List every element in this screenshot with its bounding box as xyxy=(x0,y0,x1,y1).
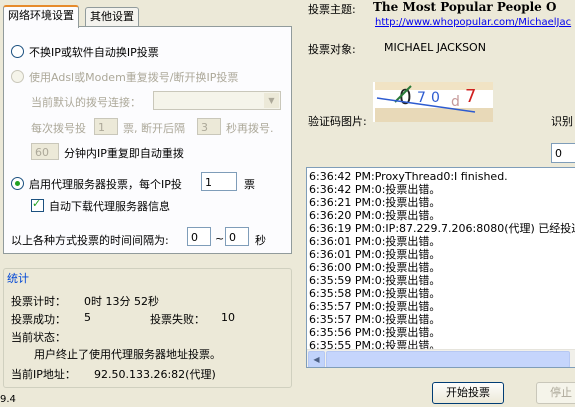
svg-text:d: d xyxy=(451,94,460,110)
stop-vote-button[interactable]: 停止 xyxy=(536,382,575,404)
success-label: 投票成功： xyxy=(11,313,66,326)
interval-to-input[interactable]: 0 xyxy=(225,227,249,246)
ip-value: 92.50.133.26:82(代理) xyxy=(94,368,216,381)
subject-link[interactable]: http://www.whopopular.com/MichaelJac xyxy=(375,17,571,28)
captcha-label: 验证码图片: xyxy=(308,115,367,128)
network-settings-panel xyxy=(3,26,292,254)
subject-label: 投票主题: xyxy=(308,3,356,16)
interval-from-input[interactable]: 0 xyxy=(187,227,211,246)
votes-per-dial-label: 每次拨号投 xyxy=(31,122,86,135)
scroll-thumb[interactable] xyxy=(326,351,570,367)
recognize-label: 识别 xyxy=(551,115,573,128)
start-vote-button[interactable]: 开始投票 xyxy=(432,382,504,404)
log-line: 6:36:01 PM:0:投票出错。 xyxy=(309,235,441,248)
log-line: 6:35:57 PM:0:投票出错。 xyxy=(309,300,441,313)
log-list[interactable]: 6:36:42 PM:ProxyThread0:I finished. 6:36:… xyxy=(306,167,575,368)
log-line: 6:36:20 PM:0:投票出错。 xyxy=(309,209,441,222)
proxy-vote-label: 启用代理服务器投票，每个IP投 xyxy=(29,178,182,191)
auto-download-label: 自动下载代理服务器信息 xyxy=(49,200,170,213)
stats-title: 统计 xyxy=(5,270,31,286)
proxy-votes-unit: 票 xyxy=(244,178,255,191)
wait-after-disconnect-label: 票, 断开后隔 xyxy=(123,122,185,135)
proxy-vote-radio[interactable] xyxy=(11,177,24,190)
target-label: 投票对象: xyxy=(308,43,356,56)
log-line: 6:36:19 PM:0:IP:87.229.7.206:8080(代理) 已经… xyxy=(309,222,575,235)
fail-label: 投票失败： xyxy=(150,313,205,326)
log-line: 6:36:42 PM:0:投票出错。 xyxy=(309,183,441,196)
timer-value: 0时 13分 52秒 xyxy=(84,295,159,308)
timer-label: 投票计时： xyxy=(11,295,66,308)
target-value: MICHAEL JACKSON xyxy=(384,41,486,54)
redial-minutes-input[interactable]: 60 xyxy=(31,143,59,160)
no-ip-change-radio[interactable] xyxy=(11,45,24,58)
fail-value: 10 xyxy=(221,311,235,324)
svg-text:7: 7 xyxy=(465,86,476,107)
interval-separator: ~ xyxy=(215,232,225,245)
log-line: 6:35:58 PM:0:投票出错。 xyxy=(309,287,441,300)
log-line: 6:36:42 PM:ProxyThread0:I finished. xyxy=(309,170,508,183)
horizontal-scrollbar[interactable]: ◀ xyxy=(307,349,575,367)
tab-network-settings[interactable]: 网络环境设置 xyxy=(3,5,79,28)
proxy-votes-input[interactable]: 1 xyxy=(201,172,237,191)
log-line: 6:36:21 PM:0:投票出错。 xyxy=(309,196,441,209)
redial-seconds-label: 秒再拨号. xyxy=(226,122,274,135)
wait-seconds-input[interactable]: 3 xyxy=(197,118,221,135)
tab-other-settings[interactable]: 其他设置 xyxy=(85,7,139,26)
status-value: 用户终止了使用代理服务器地址投票。 xyxy=(34,348,221,361)
interval-label: 以上各种方式投票的时间间隔为: xyxy=(11,234,169,247)
auto-download-checkbox[interactable] xyxy=(31,197,44,212)
log-line: 6:35:56 PM:0:投票出错。 xyxy=(309,326,441,339)
log-line: 6:35:59 PM:0:投票出错。 xyxy=(309,274,441,287)
no-ip-change-label: 不换IP或软件自动换IP投票 xyxy=(29,46,159,59)
redial-minutes-label: 分钟内IP重复即自动重拨 xyxy=(64,147,184,160)
captcha-input[interactable]: 0 xyxy=(551,143,575,163)
ip-label: 当前IP地址： xyxy=(11,368,76,381)
votes-per-dial-input[interactable]: 1 xyxy=(94,118,118,135)
log-line: 6:36:01 PM:0:投票出错。 xyxy=(309,248,441,261)
captcha-svg: 0 7 0 d 7 xyxy=(375,82,493,122)
subject-title: The Most Popular People O xyxy=(373,0,557,14)
scroll-left-icon[interactable]: ◀ xyxy=(308,351,325,367)
log-line: 6:35:57 PM:0:投票出错。 xyxy=(309,313,441,326)
log-lines: 6:36:42 PM:ProxyThread0:I finished. 6:36:… xyxy=(307,168,575,352)
captcha-image: 0 7 0 d 7 xyxy=(373,82,493,122)
success-value: 5 xyxy=(84,311,91,324)
log-line: 6:36:00 PM:0:投票出错。 xyxy=(309,261,441,274)
svg-text:0: 0 xyxy=(431,90,440,106)
chevron-down-icon: ▼ xyxy=(264,93,279,108)
interval-unit: 秒 xyxy=(255,234,266,247)
version-fragment: 9.4 xyxy=(0,394,16,405)
current-dial-label: 当前默认的拨号连接： xyxy=(31,96,141,109)
status-label: 当前状态： xyxy=(11,331,66,344)
adsl-redial-radio[interactable] xyxy=(11,70,24,83)
dial-connection-select[interactable]: ▼ xyxy=(153,91,281,110)
adsl-redial-label: 使用Adsl或Modem重复拨号/断开换IP投票 xyxy=(29,71,239,84)
